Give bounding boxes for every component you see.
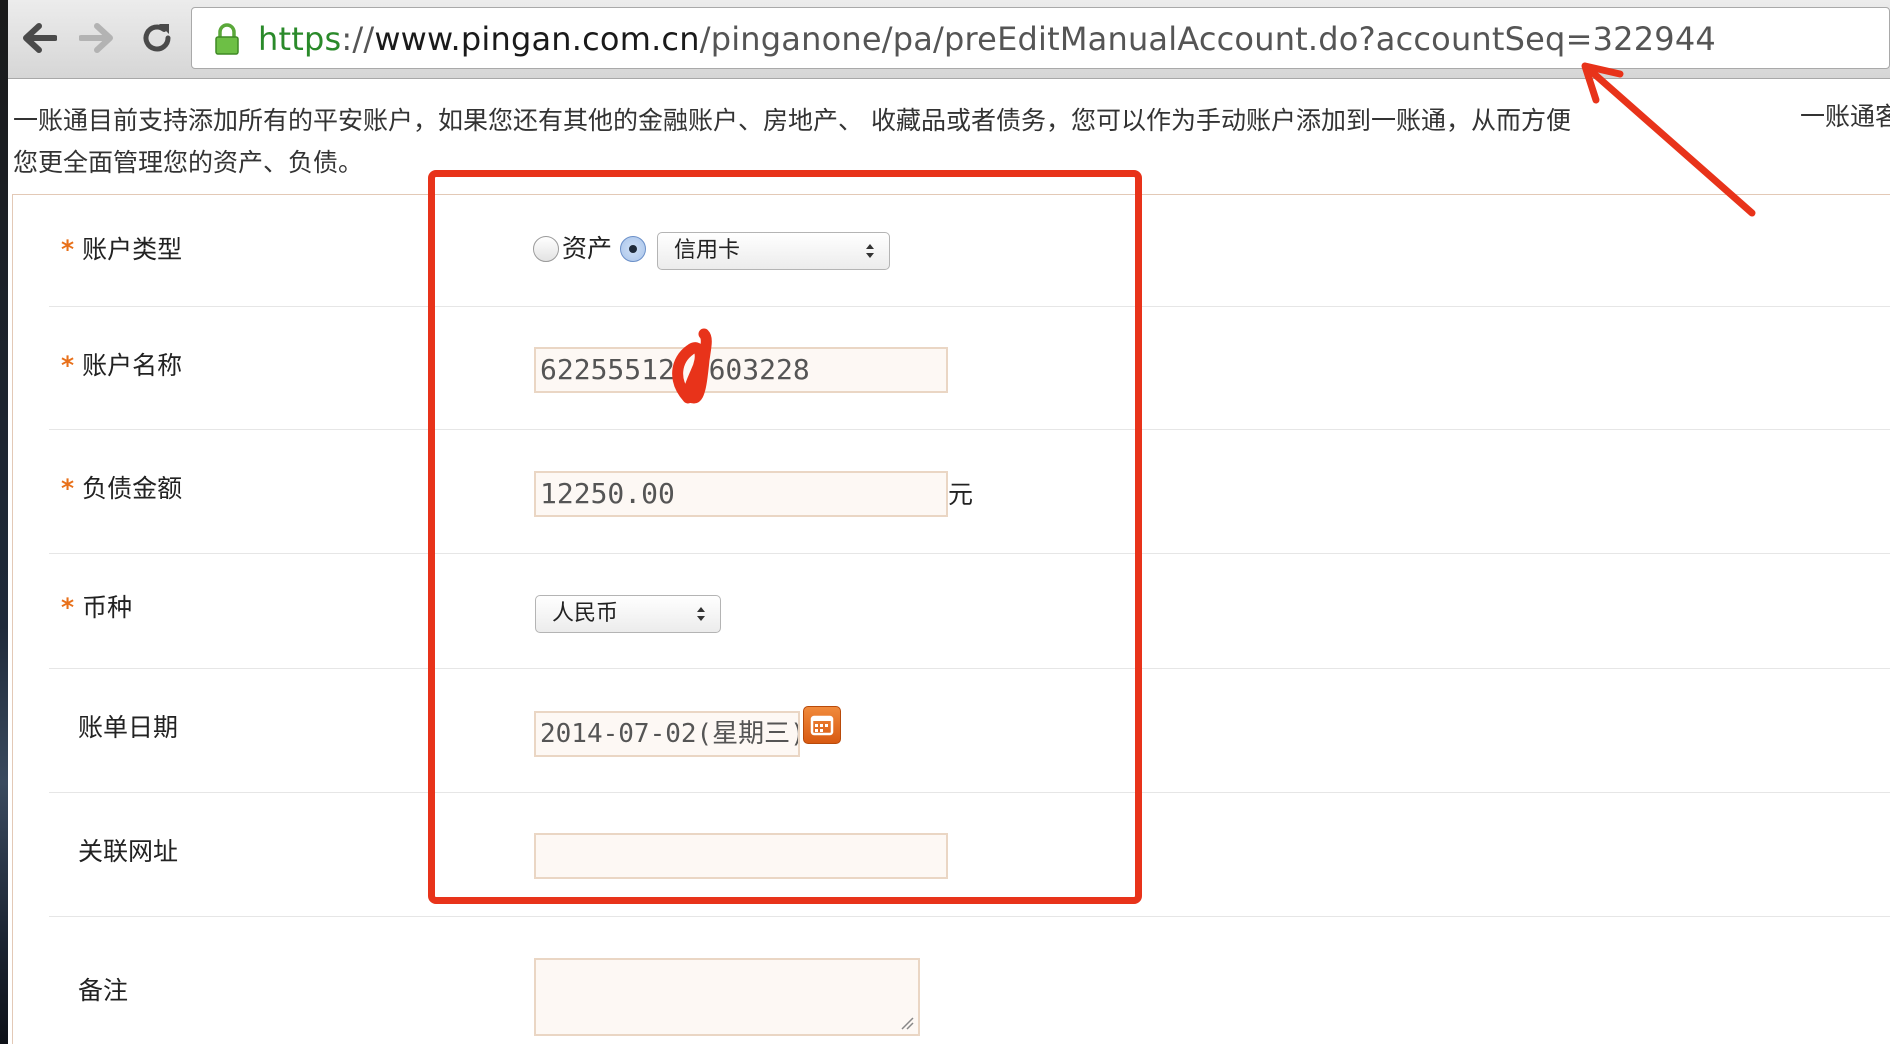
label-account-type: * 账户类型	[61, 234, 182, 266]
required-mark: *	[61, 474, 75, 503]
forward-arrow-icon	[79, 23, 113, 53]
back-button[interactable]	[14, 8, 64, 68]
url-host: www.pingan.com.cn	[374, 20, 700, 58]
address-bar[interactable]: https://www.pingan.com.cn/pinganone/pa/p…	[191, 7, 1890, 69]
annotation-highlight-box	[428, 170, 1142, 904]
label-related-url: 关联网址	[78, 837, 179, 866]
forward-button[interactable]	[72, 8, 122, 68]
url-text[interactable]: https://www.pingan.com.cn/pinganone/pa/p…	[258, 19, 1716, 59]
intro-right-fragment: 一账通客	[1800, 102, 1890, 131]
resize-handle-icon[interactable]	[900, 1016, 914, 1030]
url-scheme: https	[258, 20, 342, 58]
browser-toolbar: https://www.pingan.com.cn/pinganone/pa/p…	[8, 0, 1890, 79]
label-account-name: * 账户名称	[61, 350, 182, 382]
label-bill-date: 账单日期	[78, 713, 179, 742]
remark-textarea[interactable]	[534, 958, 920, 1036]
row-divider	[49, 916, 1890, 917]
back-arrow-icon	[23, 23, 57, 53]
lock-icon	[215, 23, 239, 55]
account-type-label: 账户类型	[82, 235, 183, 264]
label-remark: 备注	[78, 976, 129, 1005]
liability-amount-label: 负债金额	[82, 474, 183, 503]
label-liability-amount: * 负债金额	[61, 473, 182, 505]
url-path: /pinganone/pa/preEditManualAccount.do?ac…	[699, 20, 1716, 58]
required-mark: *	[61, 351, 75, 380]
annotation-arrow	[1581, 62, 1756, 217]
required-mark: *	[61, 235, 75, 264]
reload-icon	[143, 24, 171, 52]
reload-button[interactable]	[132, 8, 182, 68]
required-mark: *	[61, 593, 75, 622]
desktop-edge	[0, 0, 8, 1044]
label-currency: * 币种	[61, 592, 132, 624]
currency-label: 币种	[82, 593, 133, 622]
account-name-label: 账户名称	[82, 351, 183, 380]
url-separator: ://	[341, 20, 375, 58]
